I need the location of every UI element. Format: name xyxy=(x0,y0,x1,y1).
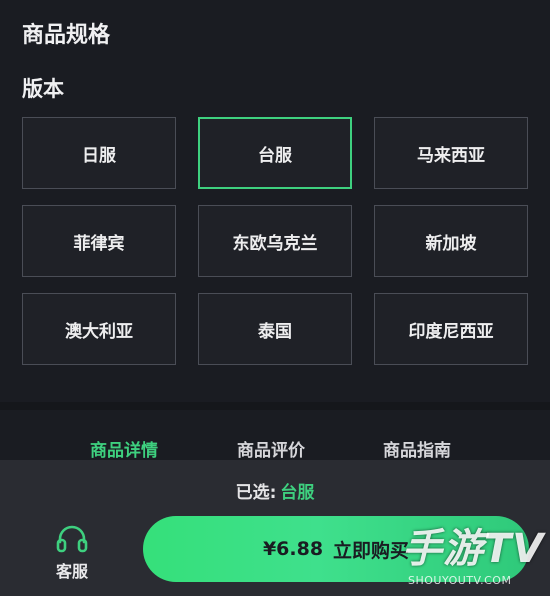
selected-prefix: 已选: xyxy=(235,483,277,503)
option-indonesia[interactable]: 印度尼西亚 xyxy=(374,293,528,365)
option-japan[interactable]: 日服 xyxy=(22,117,176,189)
section-title: 商品规格 xyxy=(22,23,111,48)
customer-service-button[interactable]: 客服 xyxy=(40,524,104,584)
tab-product-reviews[interactable]: 商品评价 xyxy=(237,436,305,461)
option-eastern-europe-ukraine[interactable]: 东欧乌克兰 xyxy=(198,205,352,277)
buy-now-label: 立即购买 xyxy=(333,539,410,562)
selected-value: 台服 xyxy=(280,483,315,503)
buy-price: ¥6.88 xyxy=(262,538,324,560)
bottom-purchase-bar: 已选: 台服 客服 ¥6.88 立即购买 xyxy=(0,460,550,596)
tab-product-guide[interactable]: 商品指南 xyxy=(383,436,451,461)
section-divider xyxy=(0,402,550,410)
product-tabs: 商品详情 商品评价 商品指南 xyxy=(0,410,550,461)
option-singapore[interactable]: 新加坡 xyxy=(374,205,528,277)
option-australia[interactable]: 澳大利亚 xyxy=(22,293,176,365)
customer-service-label: 客服 xyxy=(55,562,88,581)
version-group-title: 版本 xyxy=(22,77,64,101)
product-spec-page: 商品规格 版本 日服 台服 马来西亚 菲律宾 东欧乌克兰 新加坡 澳大利亚 泰国… xyxy=(0,0,550,596)
buy-now-button[interactable]: ¥6.88 立即购买 xyxy=(143,516,529,582)
headset-icon xyxy=(56,525,88,553)
option-thailand[interactable]: 泰国 xyxy=(198,293,352,365)
tab-product-details[interactable]: 商品详情 xyxy=(90,436,158,461)
selected-summary: 已选: 台服 xyxy=(0,478,550,503)
option-taiwan[interactable]: 台服 xyxy=(198,117,352,189)
option-malaysia[interactable]: 马来西亚 xyxy=(374,117,528,189)
version-options: 日服 台服 马来西亚 菲律宾 东欧乌克兰 新加坡 澳大利亚 泰国 印度尼西亚 xyxy=(22,117,528,365)
option-philippines[interactable]: 菲律宾 xyxy=(22,205,176,277)
